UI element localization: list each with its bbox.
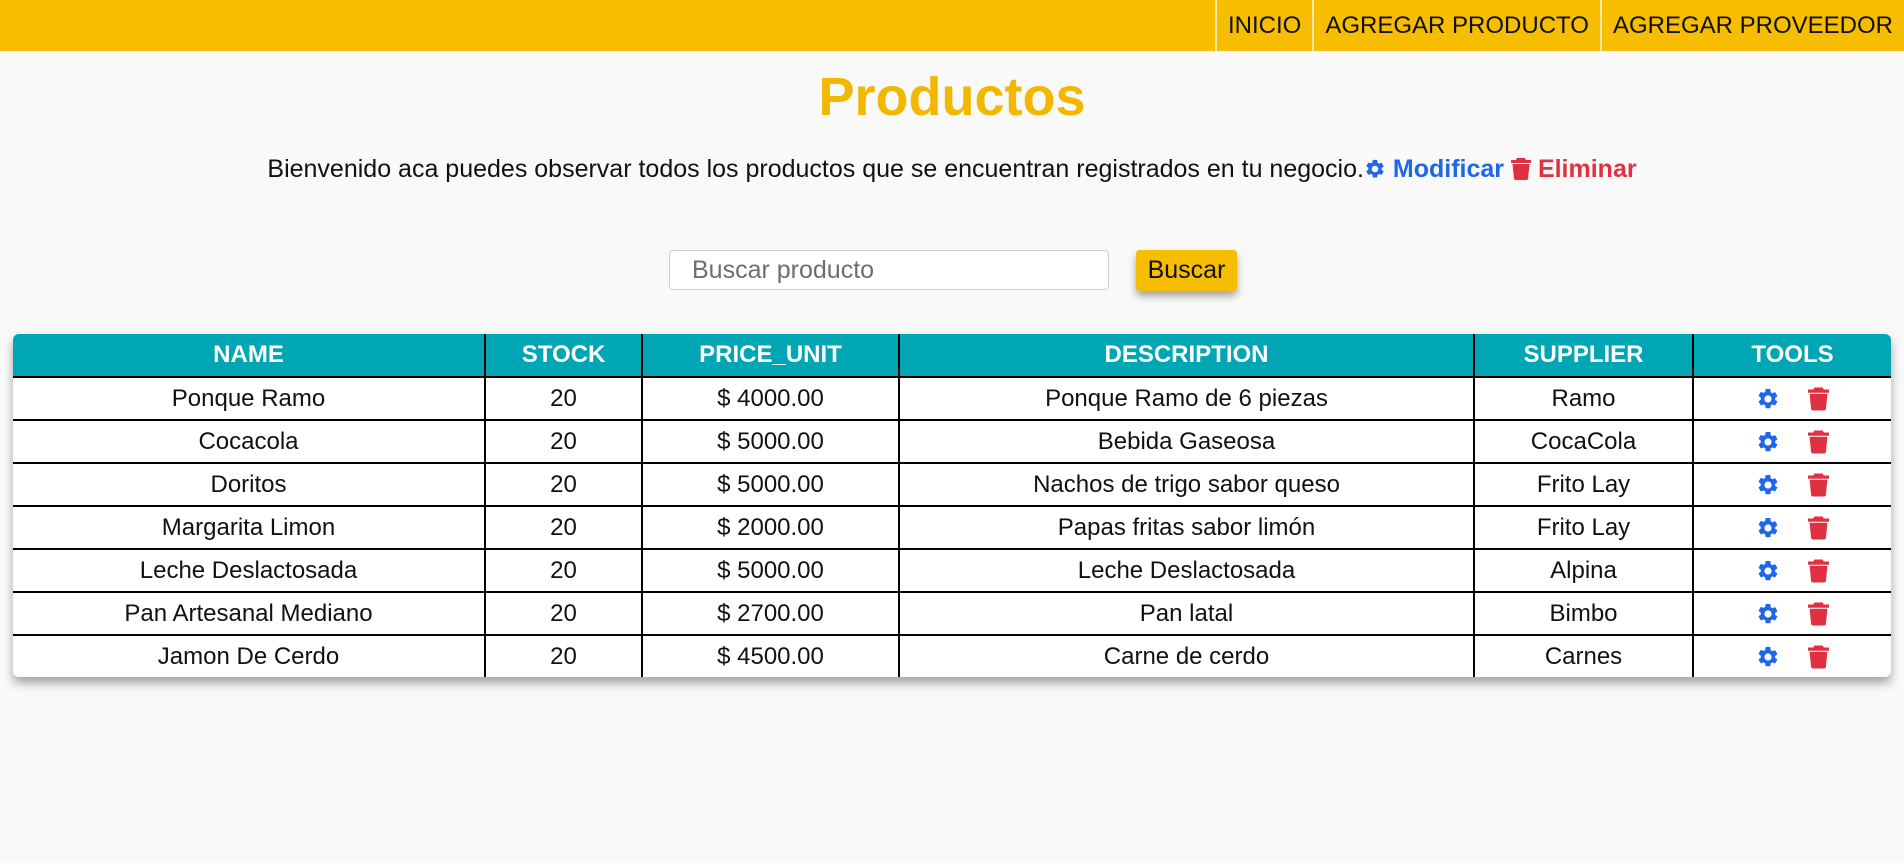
cell-supplier: Frito Lay — [1474, 462, 1694, 506]
cell-tools — [1693, 634, 1891, 677]
table-row: Margarita Limon 20 $ 2000.00 Papas fritas s… — [13, 505, 1891, 549]
cell-supplier: Carnes — [1474, 634, 1694, 677]
trash-icon — [1510, 155, 1531, 183]
nav-item-agregar-producto[interactable]: AGREGAR PRODUCTO — [1312, 0, 1600, 51]
row-tools — [1694, 429, 1891, 454]
cell-tools — [1693, 548, 1891, 592]
cell-tools — [1693, 376, 1891, 420]
cell-name: Cocacola — [13, 419, 486, 463]
cell-supplier: Bimbo — [1474, 591, 1694, 635]
cell-name: Jamon De Cerdo — [13, 634, 486, 677]
gear-icon[interactable] — [1756, 559, 1780, 583]
cell-stock: 20 — [485, 462, 643, 506]
cell-tools — [1693, 591, 1891, 635]
search-input[interactable] — [669, 250, 1109, 290]
top-navbar: INICIO AGREGAR PRODUCTO AGREGAR PROVEEDO… — [0, 0, 1904, 51]
cell-name: Doritos — [13, 462, 486, 506]
cell-supplier: Alpina — [1474, 548, 1694, 592]
nav-item-inicio[interactable]: INICIO — [1215, 0, 1312, 51]
column-header-name: NAME — [13, 334, 486, 377]
cell-stock: 20 — [485, 419, 643, 463]
row-tools — [1694, 601, 1891, 626]
delete-legend: Eliminar — [1537, 155, 1637, 183]
cell-price-unit: $ 4000.00 — [642, 376, 900, 420]
cell-stock: 20 — [485, 376, 643, 420]
cell-tools — [1693, 419, 1891, 463]
row-tools — [1694, 558, 1891, 583]
table-body: Ponque Ramo 20 $ 4000.00 Ponque Ramo de 6 p… — [13, 376, 1891, 677]
cell-price-unit: $ 2000.00 — [642, 505, 900, 549]
cell-price-unit: $ 2700.00 — [642, 591, 900, 635]
cell-supplier: Ramo — [1474, 376, 1694, 420]
column-header-supplier: SUPPLIER — [1474, 334, 1694, 377]
cell-name: Pan Artesanal Mediano — [13, 591, 486, 635]
cell-price-unit: $ 4500.00 — [642, 634, 900, 677]
column-header-price-unit: PRICE_UNIT — [642, 334, 900, 377]
cell-description: Nachos de trigo sabor queso — [899, 462, 1475, 506]
page-title: Productos — [818, 67, 1086, 127]
nav-item-agregar-proveedor[interactable]: AGREGAR PROVEEDOR — [1599, 0, 1904, 51]
cell-stock: 20 — [485, 591, 643, 635]
row-tools — [1694, 472, 1891, 497]
modify-legend: Modificar — [1392, 155, 1505, 183]
gear-icon[interactable] — [1756, 387, 1780, 411]
row-tools — [1694, 644, 1891, 669]
trash-icon[interactable] — [1808, 644, 1829, 669]
intro-paragraph: Bienvenido aca puedes observar todos los… — [0, 155, 1904, 184]
gear-icon[interactable] — [1756, 645, 1780, 669]
table-row: Pan Artesanal Mediano 20 $ 2700.00 Pan lata… — [13, 591, 1891, 635]
table-row: Jamon De Cerdo 20 $ 4500.00 Carne de cerdo C… — [13, 634, 1891, 677]
table-row: Cocacola 20 $ 5000.00 Bebida Gaseosa CocaCol… — [13, 419, 1891, 463]
cell-price-unit: $ 5000.00 — [642, 462, 900, 506]
trash-icon[interactable] — [1808, 601, 1829, 626]
table-row: Doritos 20 $ 5000.00 Nachos de trigo sabor … — [13, 462, 1891, 506]
cell-name: Margarita Limon — [13, 505, 486, 549]
cell-supplier: CocaCola — [1474, 419, 1694, 463]
table-row: Ponque Ramo 20 $ 4000.00 Ponque Ramo de 6 p… — [13, 376, 1891, 420]
intro-text: Bienvenido aca puedes observar todos los… — [267, 155, 1364, 183]
cell-description: Carne de cerdo — [899, 634, 1475, 677]
trash-icon[interactable] — [1808, 472, 1829, 497]
table-header-row: NAME STOCK PRICE_UNIT DESCRIPTION SUPPLI… — [13, 334, 1891, 377]
table-row: Leche Deslactosada 20 $ 5000.00 Leche Desla… — [13, 548, 1891, 592]
cell-stock: 20 — [485, 634, 643, 677]
cell-tools — [1693, 505, 1891, 549]
gear-icon[interactable] — [1756, 430, 1780, 454]
gear-icon[interactable] — [1756, 473, 1780, 497]
gear-icon[interactable] — [1756, 602, 1780, 626]
column-header-tools: TOOLS — [1693, 334, 1891, 377]
search-button[interactable]: Buscar — [1136, 250, 1237, 291]
gear-icon[interactable] — [1756, 516, 1780, 540]
trash-icon[interactable] — [1808, 429, 1829, 454]
cell-name: Leche Deslactosada — [13, 548, 486, 592]
cell-description: Bebida Gaseosa — [899, 419, 1475, 463]
cell-price-unit: $ 5000.00 — [642, 419, 900, 463]
trash-icon[interactable] — [1808, 558, 1829, 583]
trash-icon[interactable] — [1808, 386, 1829, 411]
row-tools — [1694, 386, 1891, 411]
column-header-description: DESCRIPTION — [899, 334, 1475, 377]
cell-name: Ponque Ramo — [13, 376, 486, 420]
trash-icon[interactable] — [1808, 515, 1829, 540]
cell-stock: 20 — [485, 548, 643, 592]
cell-tools — [1693, 462, 1891, 506]
products-table: NAME STOCK PRICE_UNIT DESCRIPTION SUPPLI… — [13, 334, 1891, 677]
cell-description: Leche Deslactosada — [899, 548, 1475, 592]
cell-description: Ponque Ramo de 6 piezas — [899, 376, 1475, 420]
cell-supplier: Frito Lay — [1474, 505, 1694, 549]
column-header-stock: STOCK — [485, 334, 643, 377]
cell-description: Pan latal — [899, 591, 1475, 635]
row-tools — [1694, 515, 1891, 540]
gear-icon — [1364, 155, 1386, 183]
cell-stock: 20 — [485, 505, 643, 549]
cell-price-unit: $ 5000.00 — [642, 548, 900, 592]
cell-description: Papas fritas sabor limón — [899, 505, 1475, 549]
